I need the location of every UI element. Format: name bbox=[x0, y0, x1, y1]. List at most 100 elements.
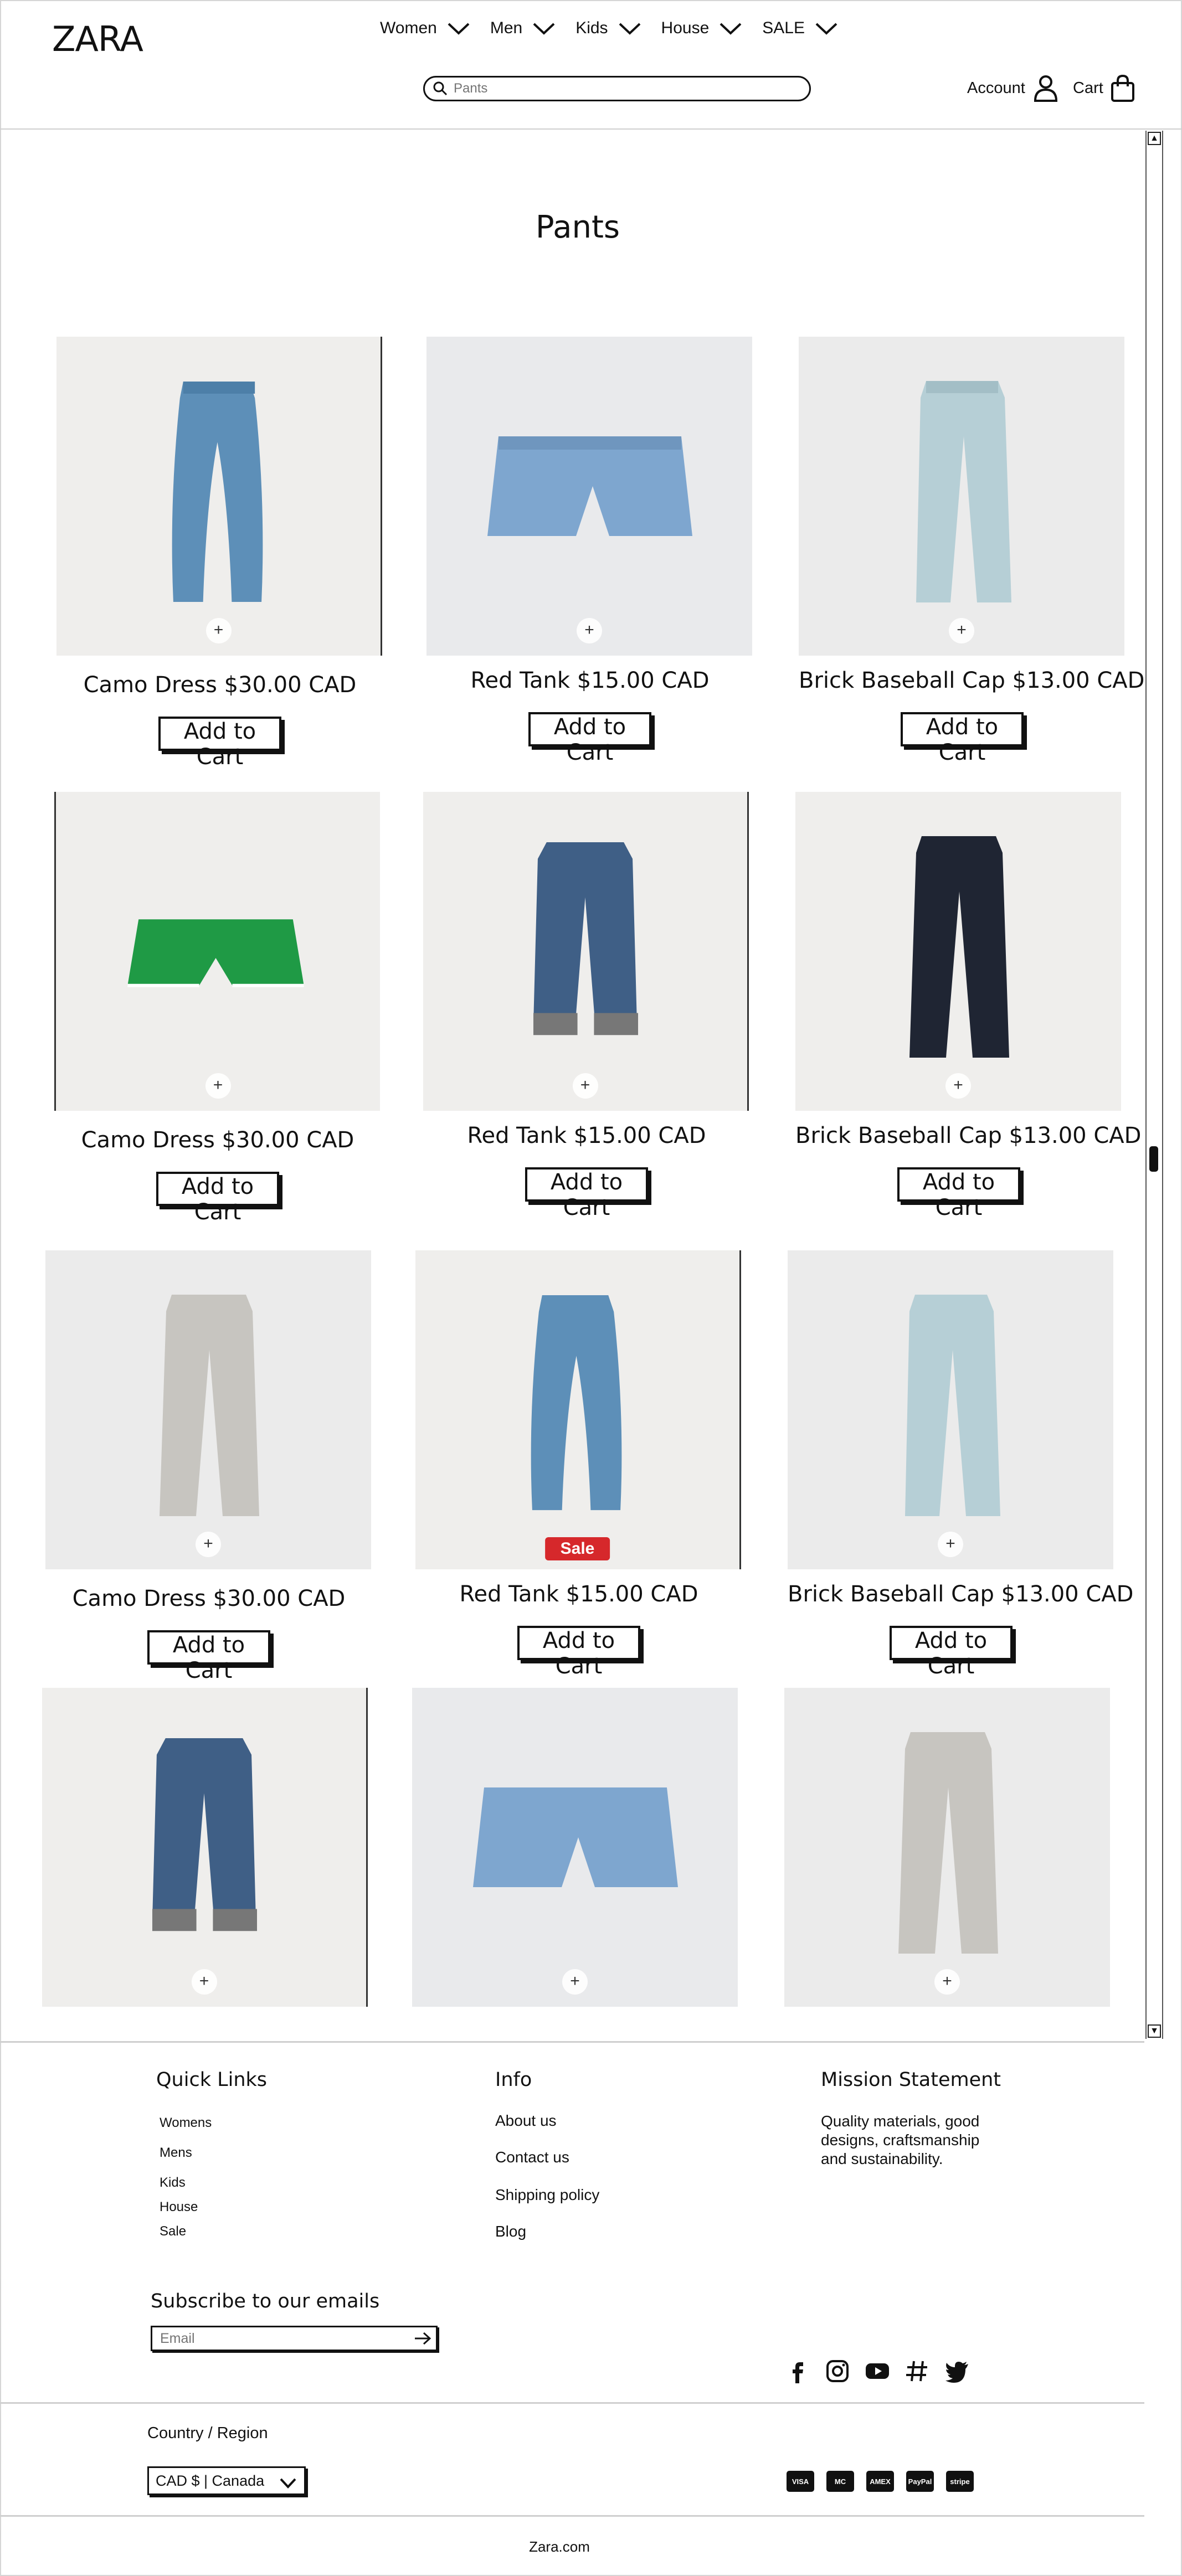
product-card: + Red Tank $15.00 CAD Add to Cart bbox=[426, 337, 753, 765]
instagram-icon[interactable] bbox=[824, 2358, 851, 2384]
grey-jeans-image bbox=[160, 1295, 259, 1516]
add-to-cart-button[interactable]: Add to Cart bbox=[901, 712, 1024, 765]
user-icon bbox=[1034, 75, 1057, 102]
footer-link-mens[interactable]: Mens bbox=[160, 2145, 192, 2161]
facebook-icon[interactable] bbox=[784, 2358, 811, 2384]
nav-sale[interactable]: SALE bbox=[762, 19, 838, 38]
plus-icon[interactable]: + bbox=[205, 618, 232, 643]
scroll-up-arrow-icon[interactable]: ▲ bbox=[1148, 132, 1161, 145]
country-region-value: CAD $ | Canada bbox=[156, 2472, 265, 2489]
cart-link[interactable]: Cart bbox=[1073, 74, 1135, 102]
scrollbar[interactable]: ▲ ▼ bbox=[1145, 131, 1163, 2039]
product-card: + Brick Baseball Cap $13.00 CAD Add to C… bbox=[795, 792, 1141, 1220]
product-card: + Camo Dress $30.00 CAD Add to Cart bbox=[56, 337, 383, 770]
scroll-down-arrow-icon[interactable]: ▼ bbox=[1148, 2024, 1161, 2038]
social-links bbox=[784, 2358, 984, 2384]
footer-link-house[interactable]: House bbox=[160, 2199, 198, 2215]
plus-icon[interactable]: + bbox=[577, 618, 602, 643]
email-input[interactable] bbox=[159, 2330, 405, 2347]
chevron-down-icon bbox=[815, 23, 837, 35]
footer-link-shipping[interactable]: Shipping policy bbox=[495, 2186, 599, 2204]
plus-icon[interactable]: + bbox=[938, 1532, 963, 1557]
search-icon bbox=[433, 81, 448, 96]
sale-badge: Sale bbox=[544, 1537, 610, 1560]
nav-kids[interactable]: Kids bbox=[575, 19, 641, 38]
plus-icon[interactable]: + bbox=[196, 1532, 221, 1557]
email-signup bbox=[151, 2326, 438, 2351]
product-caption: Camo Dress $30.00 CAD bbox=[72, 1586, 346, 1611]
add-to-cart-button[interactable]: Add to Cart bbox=[897, 1167, 1020, 1220]
youtube-icon[interactable] bbox=[864, 2358, 891, 2384]
visa-icon: VISA bbox=[787, 2471, 814, 2492]
footer-link-contact[interactable]: Contact us bbox=[495, 2149, 569, 2166]
hashtag-icon[interactable] bbox=[904, 2358, 931, 2384]
nav-women[interactable]: Women bbox=[380, 19, 470, 38]
scroll-thumb[interactable] bbox=[1149, 1146, 1158, 1172]
footer-link-womens[interactable]: Womens bbox=[160, 2115, 212, 2131]
product-image[interactable]: + bbox=[784, 1688, 1110, 2007]
nav-label: House bbox=[661, 19, 710, 37]
add-to-cart-button[interactable]: Add to Cart bbox=[147, 1630, 270, 1683]
product-image[interactable]: + bbox=[42, 1688, 368, 2007]
add-to-cart-button[interactable]: Add to Cart bbox=[525, 1167, 648, 1220]
plus-icon[interactable]: + bbox=[572, 1073, 598, 1099]
grey-jeans-image bbox=[898, 1732, 998, 1954]
product-image[interactable]: + bbox=[56, 337, 382, 656]
mission-text: Quality materials, good designs, craftsm… bbox=[821, 2113, 980, 2167]
country-region-select[interactable]: CAD $ | Canada bbox=[147, 2466, 306, 2495]
quick-links-heading: Quick Links bbox=[156, 2069, 268, 2091]
nav-label: SALE bbox=[762, 19, 805, 37]
amex-icon: AMEX bbox=[866, 2471, 894, 2492]
plus-icon[interactable]: + bbox=[191, 1969, 217, 1995]
product-image[interactable]: + bbox=[799, 337, 1124, 656]
footer-divider bbox=[0, 2515, 1144, 2517]
add-to-cart-button[interactable]: Add to Cart bbox=[890, 1626, 1013, 1679]
product-image[interactable]: + bbox=[795, 792, 1121, 1111]
product-card: + Red Tank $15.00 CAD Add to Cart bbox=[423, 792, 750, 1220]
plus-icon[interactable]: + bbox=[562, 1969, 588, 1995]
search-input[interactable] bbox=[453, 80, 798, 97]
twitter-icon[interactable] bbox=[944, 2358, 970, 2384]
main-divider bbox=[0, 2041, 1144, 2043]
arrow-right-icon[interactable] bbox=[413, 2330, 433, 2347]
product-image[interactable]: + bbox=[426, 337, 752, 656]
product-image[interactable]: + bbox=[788, 1250, 1113, 1569]
header-divider bbox=[0, 128, 1182, 130]
plus-icon[interactable]: + bbox=[205, 1073, 231, 1099]
product-caption: Red Tank $15.00 CAD bbox=[467, 1123, 706, 1148]
product-image[interactable]: + bbox=[423, 792, 749, 1111]
product-image[interactable]: + bbox=[45, 1250, 371, 1569]
nav-men[interactable]: Men bbox=[490, 19, 556, 38]
add-to-cart-button[interactable]: Add to Cart bbox=[528, 712, 651, 765]
info-heading: Info bbox=[495, 2069, 532, 2091]
product-image[interactable]: + bbox=[54, 792, 380, 1111]
add-to-cart-button[interactable]: Add to Cart bbox=[156, 1172, 279, 1225]
add-to-cart-button[interactable]: Add to Cart bbox=[517, 1626, 640, 1679]
nav-label: Kids bbox=[575, 19, 608, 37]
payment-methods: VISA MC AMEX PayPal stripe bbox=[787, 2471, 986, 2492]
plus-icon[interactable]: + bbox=[945, 1073, 971, 1099]
cuffed-denim-image bbox=[152, 1738, 258, 1931]
barrel-jeans-image bbox=[172, 382, 263, 602]
chevron-down-icon bbox=[720, 23, 742, 35]
footer-link-blog[interactable]: Blog bbox=[495, 2223, 526, 2240]
product-card: + Camo Dress $30.00 CAD Add to Cart bbox=[45, 1250, 372, 1683]
nav-label: Men bbox=[490, 19, 523, 37]
product-image[interactable]: Sale bbox=[415, 1250, 741, 1569]
product-image[interactable]: + bbox=[412, 1688, 738, 2007]
logo[interactable]: ZARA bbox=[52, 19, 143, 59]
account-link[interactable]: Account bbox=[967, 74, 1058, 102]
cart-label: Cart bbox=[1073, 79, 1103, 97]
pale-jeans-image bbox=[905, 1295, 1000, 1516]
product-caption: Red Tank $15.00 CAD bbox=[459, 1581, 698, 1607]
footer-link-sale[interactable]: Sale bbox=[160, 2224, 186, 2239]
denim-shorts-image bbox=[473, 1787, 678, 1887]
footer-link-kids[interactable]: Kids bbox=[160, 2175, 186, 2191]
footer-link-about[interactable]: About us bbox=[495, 2112, 557, 2130]
add-to-cart-button[interactable]: Add to Cart bbox=[158, 717, 281, 770]
barrel-jeans-image bbox=[531, 1295, 622, 1511]
plus-icon[interactable]: + bbox=[934, 1969, 960, 1995]
nav-house[interactable]: House bbox=[661, 19, 743, 38]
plus-icon[interactable]: + bbox=[949, 618, 974, 643]
main-nav: Women Men Kids House SALE bbox=[380, 19, 858, 38]
